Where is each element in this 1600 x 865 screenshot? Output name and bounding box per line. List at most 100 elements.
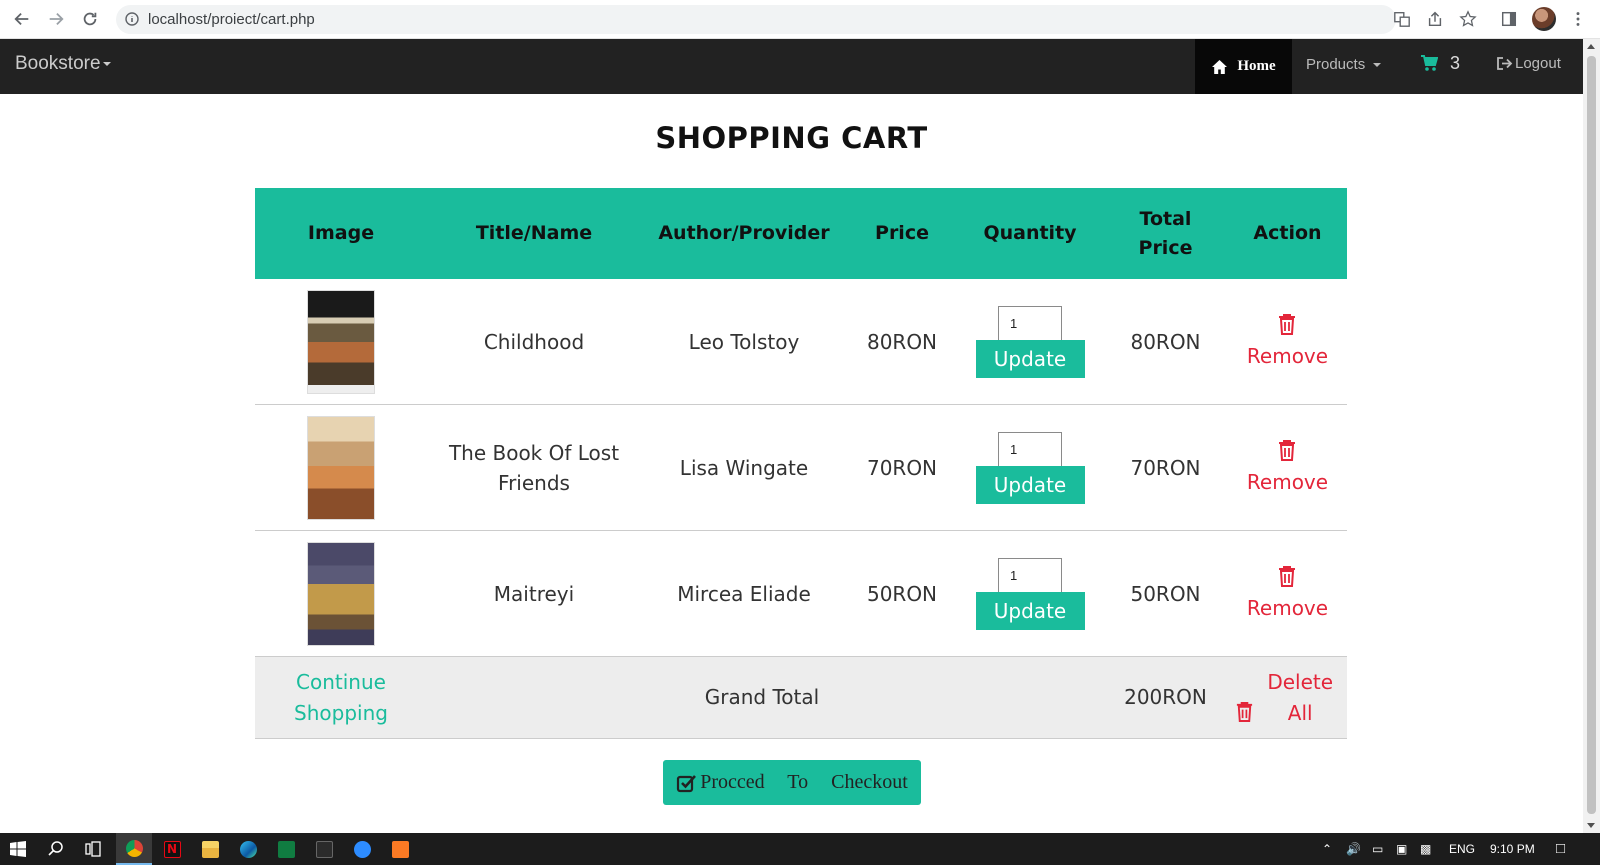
xampp-taskbar-icon[interactable] (382, 833, 418, 865)
header-price: Price (875, 222, 929, 244)
page-scrollbar[interactable] (1583, 39, 1600, 833)
price-cell: 80RON (866, 329, 938, 354)
brand-dropdown[interactable]: Bookstore (15, 53, 111, 75)
side-panel-icon (1501, 11, 1517, 27)
grand-total-value: 200RON (1124, 685, 1207, 709)
netflix-taskbar-icon[interactable]: N (154, 833, 190, 865)
remove-link[interactable]: Remove (1247, 313, 1328, 371)
header-total-price: Total Price (1138, 207, 1193, 259)
browser-menu-button[interactable] (1566, 7, 1590, 31)
info-icon[interactable] (125, 12, 139, 26)
browser-toolbar: localhost/proiect/cart.php (0, 0, 1600, 39)
nav-logout[interactable]: Logout (1496, 55, 1561, 72)
image-cell (255, 531, 427, 656)
forward-button[interactable] (43, 6, 69, 32)
search-icon[interactable] (38, 833, 74, 865)
bookmark-button[interactable] (1456, 7, 1480, 31)
table-header: Image Title/Name Author/Provider Price Q… (255, 188, 1347, 279)
page-title: SHOPPING CART (655, 121, 928, 155)
cart-count: 3 (1450, 53, 1461, 73)
chevron-up-icon[interactable]: ⌃ (1322, 842, 1332, 856)
quantity-cell: Update (957, 279, 1103, 404)
site-navbar: Bookstore Home Products 3 Logout (0, 39, 1583, 94)
cart-table: Image Title/Name Author/Provider Price Q… (255, 188, 1347, 739)
profile-avatar[interactable] (1532, 7, 1556, 31)
nav-cart[interactable]: 3 (1420, 53, 1460, 74)
quantity-form: Update (975, 431, 1085, 504)
scroll-down-icon[interactable] (1587, 823, 1595, 828)
trash-icon (1279, 313, 1296, 335)
book-cover-image (307, 541, 375, 646)
notification-icon[interactable]: □ (1556, 840, 1565, 857)
nav-home[interactable]: Home (1195, 39, 1292, 94)
meet-icon[interactable]: ▣ (1396, 842, 1407, 856)
file-explorer-taskbar-icon[interactable] (192, 833, 228, 865)
trash-icon (1236, 701, 1252, 722)
check-square-icon (677, 774, 697, 792)
quantity-form: Update (975, 305, 1085, 378)
title-cell: Childhood (483, 329, 585, 354)
side-panel-button[interactable] (1497, 7, 1521, 31)
arrow-right-icon (49, 12, 64, 26)
continue-shopping-link[interactable]: Continue Shopping (255, 657, 427, 738)
delete-all-label: Delete All (1267, 669, 1334, 725)
volume-icon[interactable]: 🔊 (1346, 842, 1361, 856)
caret-down-icon (1373, 63, 1382, 68)
remove-label: Remove (1246, 595, 1329, 620)
notion-taskbar-icon[interactable] (306, 833, 342, 865)
windows-start-icon[interactable] (0, 833, 36, 865)
quantity-input[interactable] (998, 305, 1062, 341)
logout-icon (1497, 57, 1513, 70)
clock[interactable]: 9:10 PM (1490, 842, 1535, 856)
delete-all-content: Delete All (1235, 667, 1340, 729)
remove-label: Remove (1246, 469, 1329, 494)
edge-taskbar-icon[interactable] (230, 833, 266, 865)
reload-button[interactable] (77, 6, 103, 32)
quantity-form: Update (975, 557, 1085, 630)
quantity-cell: Update (957, 531, 1103, 656)
excel-taskbar-icon[interactable] (268, 833, 304, 865)
action-cell: Remove (1228, 279, 1347, 404)
battery-icon[interactable]: ▭ (1372, 842, 1383, 856)
update-button[interactable]: Update (975, 339, 1085, 378)
table-footer: Continue Shopping Grand Total 200RON Del… (255, 657, 1347, 739)
address-bar[interactable]: localhost/proiect/cart.php (116, 5, 1396, 34)
quantity-input[interactable] (998, 557, 1062, 593)
chrome-taskbar-icon[interactable] (116, 833, 152, 865)
update-button[interactable]: Update (975, 465, 1085, 504)
author-cell: Leo Tolstoy (688, 329, 800, 354)
total-price-cell: 80RON (1130, 329, 1201, 354)
total-price-cell: 50RON (1130, 581, 1201, 606)
task-view-icon[interactable] (75, 833, 111, 865)
author-cell: Lisa Wingate (679, 455, 809, 480)
more-vertical-icon (1576, 12, 1580, 26)
scrollbar-thumb[interactable] (1587, 56, 1596, 814)
back-button[interactable] (9, 6, 35, 32)
language-indicator[interactable]: ENG (1449, 842, 1475, 856)
header-author: Author/Provider (658, 222, 830, 244)
delete-all-link[interactable]: Delete All (1228, 657, 1347, 738)
checkout-button[interactable]: Procced To Checkout (663, 760, 921, 805)
header-quantity: Quantity (983, 222, 1077, 244)
title-cell: The Book Of Lost Friends (448, 440, 620, 495)
book-cover-image (307, 415, 375, 520)
translate-icon (1394, 12, 1410, 27)
remove-link[interactable]: Remove (1247, 565, 1328, 623)
network-icon[interactable]: ▩ (1420, 842, 1431, 856)
scroll-up-icon[interactable] (1587, 44, 1595, 49)
nav-home-label: Home (1237, 58, 1276, 74)
share-icon (1428, 11, 1442, 27)
quantity-input[interactable] (998, 431, 1062, 467)
zoom-taskbar-icon[interactable] (344, 833, 380, 865)
quantity-cell: Update (957, 405, 1103, 530)
trash-icon (1279, 565, 1296, 587)
nav-products-dropdown[interactable]: Products (1306, 56, 1382, 73)
update-button[interactable]: Update (975, 591, 1085, 630)
price-cell: 50RON (866, 581, 938, 606)
star-icon (1459, 10, 1477, 27)
header-image: Image (307, 222, 375, 244)
nav-logout-label: Logout (1515, 55, 1561, 72)
share-button[interactable] (1423, 7, 1447, 31)
translate-button[interactable] (1390, 7, 1414, 31)
remove-link[interactable]: Remove (1247, 439, 1328, 497)
